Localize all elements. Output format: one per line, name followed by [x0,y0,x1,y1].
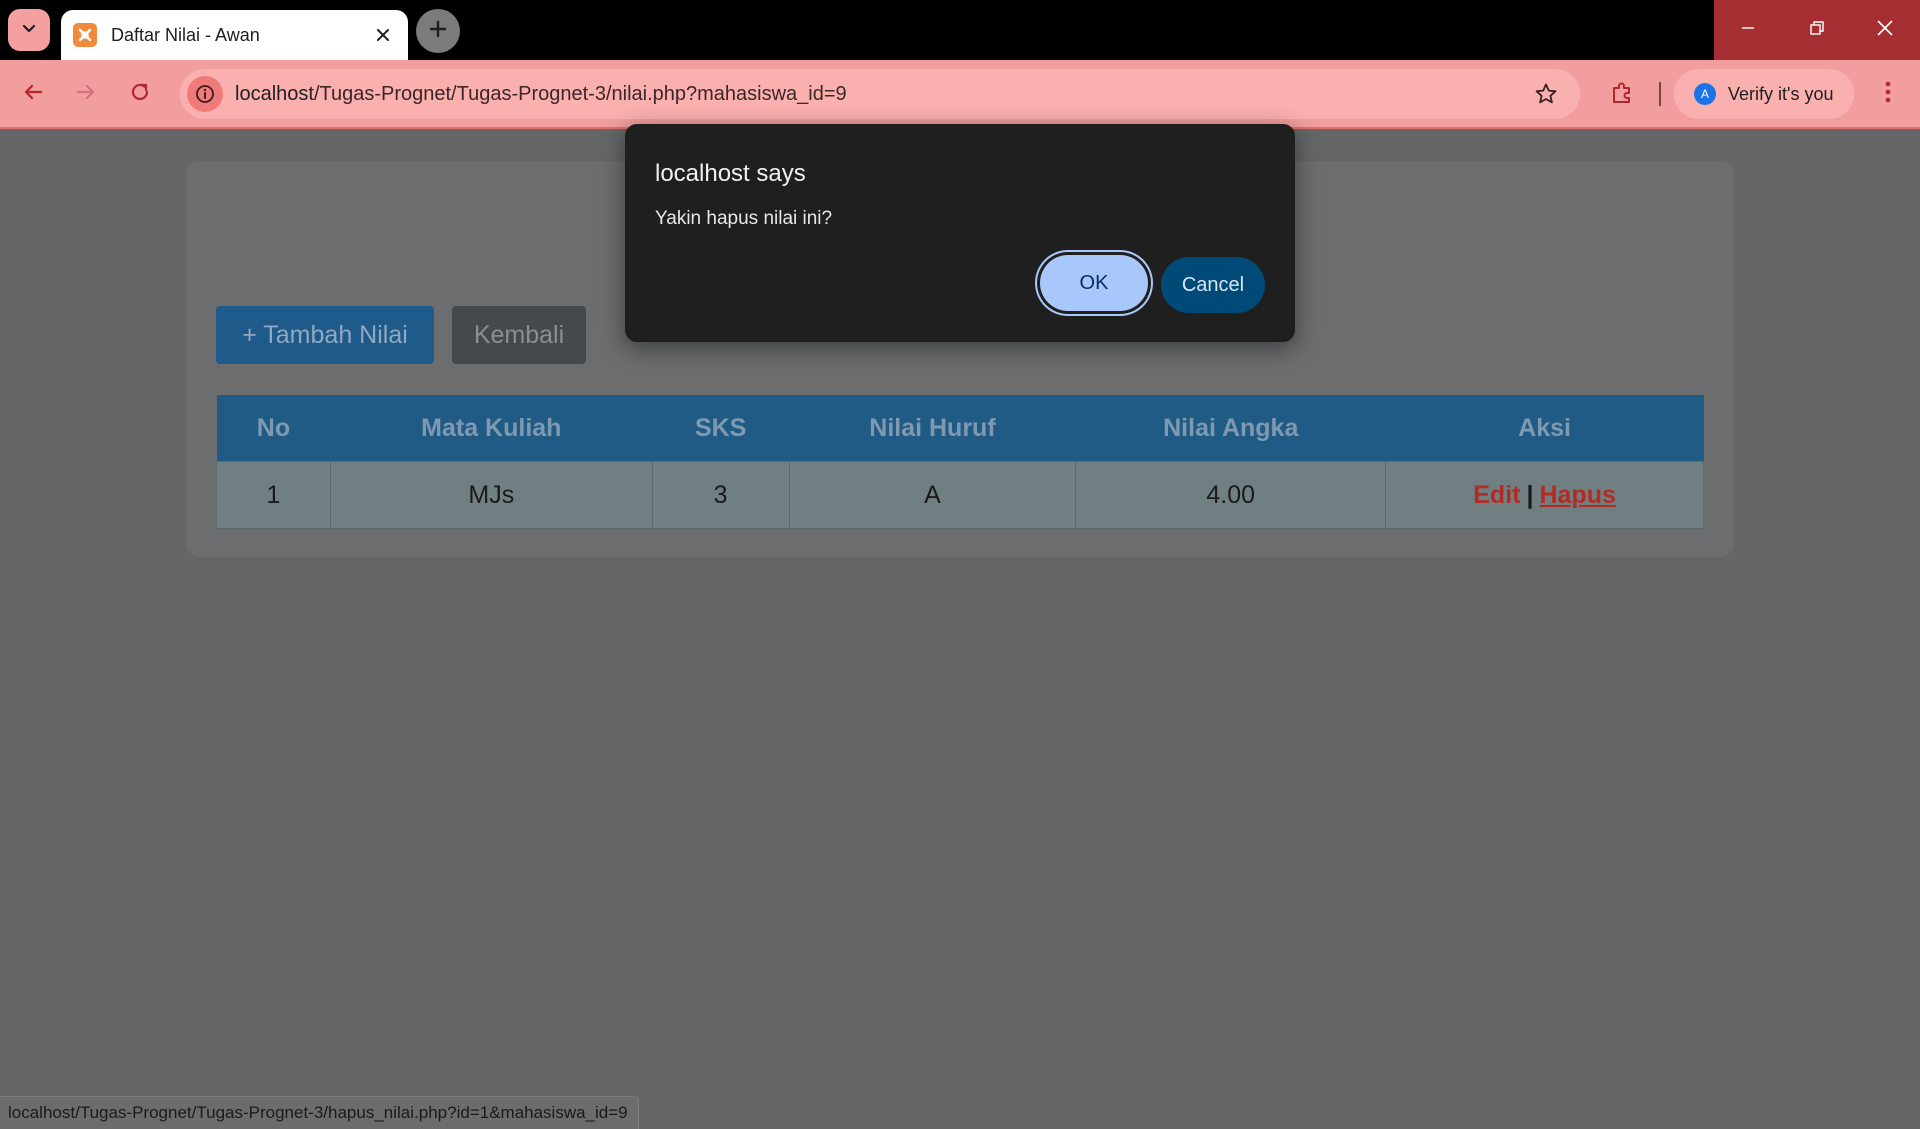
address-bar[interactable]: localhost/Tugas-Prognet/Tugas-Prognet-3/… [180,69,1580,119]
add-grade-button[interactable]: + Tambah Nilai [216,306,434,364]
avatar: A [1694,83,1716,105]
forward-button[interactable] [66,74,106,114]
browser-toolbar: localhost/Tugas-Prognet/Tugas-Prognet-3/… [0,60,1920,129]
arrow-right-icon [75,81,97,108]
chevron-down-icon [20,19,38,42]
active-tab[interactable]: Daftar Nilai - Awan [61,10,408,60]
restore-icon [1809,20,1825,41]
cell-mata-kuliah: MJs [329,461,653,529]
header-mata-kuliah: Mata Kuliah [330,395,653,462]
dialog-title: localhost says [655,160,806,187]
new-tab-button[interactable] [416,9,460,53]
tab-title: Daftar Nilai - Awan [111,24,260,45]
cell-nilai-huruf: A [788,461,1077,529]
tab-search-button[interactable] [8,9,50,51]
site-info-icon[interactable] [187,76,223,112]
edit-link[interactable]: Edit [1473,481,1520,509]
minimize-button[interactable] [1714,0,1783,60]
confirm-dialog: localhost says Yakin hapus nilai ini? OK… [625,124,1295,342]
header-nilai-huruf: Nilai Huruf [789,395,1076,462]
ok-button[interactable]: OK [1040,255,1148,311]
profile-chip[interactable]: A Verify it's you [1674,69,1854,119]
back-link-button[interactable]: Kembali [452,306,586,364]
tab-strip: Daftar Nilai - Awan [0,0,1920,60]
window-controls [1714,0,1920,60]
close-window-button[interactable] [1851,0,1920,60]
plus-icon [428,19,448,44]
browser-menu-button[interactable] [1870,76,1906,112]
delete-link[interactable]: Hapus [1539,481,1615,509]
url-path: /Tugas-Prognet/Tugas-Prognet-3/nilai.php… [313,82,847,105]
restore-button[interactable] [1783,0,1852,60]
cell-nilai-angka: 4.00 [1075,461,1387,529]
status-url-bubble: localhost/Tugas-Prognet/Tugas-Prognet-3/… [0,1096,639,1129]
reload-button[interactable] [120,74,160,114]
minimize-icon [1740,20,1756,41]
cell-aksi: Edit | Hapus [1385,461,1704,529]
extensions-button[interactable] [1604,77,1640,113]
cancel-button[interactable]: Cancel [1161,257,1265,313]
table-row: 1 MJs 3 A 4.00 Edit | Hapus [216,461,1704,529]
back-button[interactable] [13,74,53,114]
url-text: localhost/Tugas-Prognet/Tugas-Prognet-3/… [235,83,847,106]
dialog-message: Yakin hapus nilai ini? [655,208,833,229]
more-vert-icon [1884,80,1892,109]
table-header-row: No Mata Kuliah SKS Nilai Huruf Nilai Ang… [216,395,1704,462]
puzzle-icon [1609,80,1635,111]
header-aksi: Aksi [1385,395,1704,462]
cell-no: 1 [216,461,331,529]
cell-sks: 3 [651,461,790,529]
toolbar-divider [1659,82,1661,106]
xampp-favicon-icon [73,23,97,47]
action-separator: | [1526,480,1534,509]
tab-close-icon[interactable] [372,24,394,46]
header-sks: SKS [652,395,790,462]
profile-label: Verify it's you [1728,83,1834,104]
header-nilai-angka: Nilai Angka [1075,395,1386,462]
arrow-left-icon [22,81,44,108]
grades-table: No Mata Kuliah SKS Nilai Huruf Nilai Ang… [216,395,1704,529]
bookmark-star-icon[interactable] [1532,80,1560,108]
header-no: No [216,395,331,462]
reload-icon [129,81,151,108]
close-icon [1876,19,1894,42]
url-host: localhost [235,82,314,105]
